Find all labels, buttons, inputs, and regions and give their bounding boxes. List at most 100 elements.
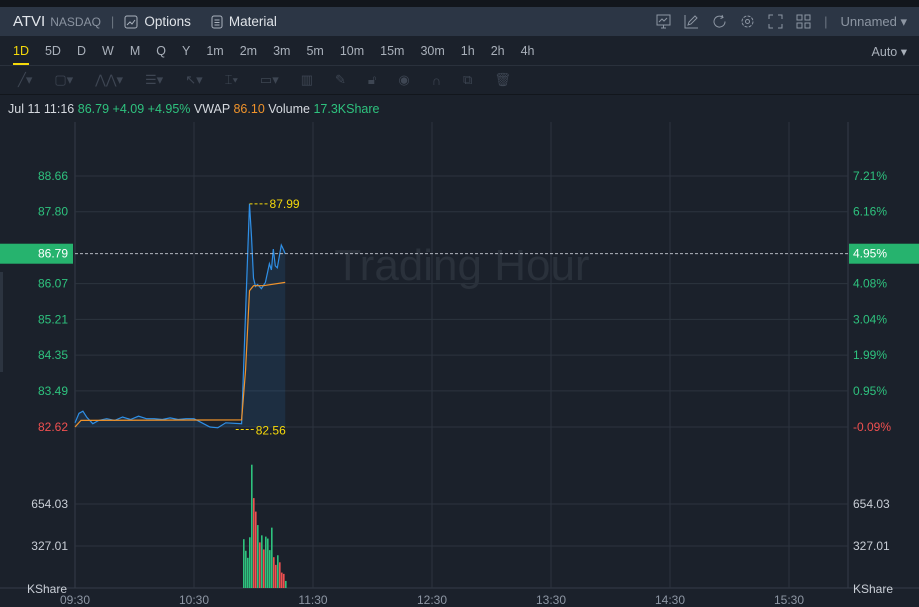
- volume-bar: [257, 525, 259, 588]
- volume-bar: [283, 573, 285, 588]
- pct-tick-label: 6.16%: [853, 205, 887, 219]
- timeframe-5D[interactable]: 5D: [45, 44, 61, 58]
- quote-change-pct: +4.95%: [147, 102, 191, 116]
- current-pct-label: 4.95%: [853, 247, 887, 261]
- x-tick-label: 13:30: [536, 593, 566, 607]
- price-tick-label: 87.80: [38, 205, 68, 219]
- timeframe-4h[interactable]: 4h: [521, 44, 535, 58]
- volume-bar: [267, 538, 269, 588]
- options-label: Options: [144, 14, 191, 29]
- magnet-icon[interactable]: ∩: [432, 73, 441, 88]
- timeframe-15m[interactable]: 15m: [380, 44, 404, 58]
- quote-change: +4.09: [112, 102, 145, 116]
- volume-bar: [269, 550, 271, 588]
- x-tick-label: 11:30: [298, 593, 327, 607]
- timeframe-2m[interactable]: 2m: [240, 44, 257, 58]
- volume-bar: [259, 542, 261, 588]
- layers-icon[interactable]: ⧉: [463, 72, 472, 88]
- volume-bar: [275, 564, 277, 588]
- quote-price: 86.79: [77, 102, 110, 116]
- fib-tool-icon[interactable]: ☰▾: [145, 72, 163, 88]
- volume-bar: [265, 536, 267, 588]
- volume-tick-label: 654.03: [853, 497, 890, 511]
- options-button[interactable]: Options: [124, 14, 191, 29]
- x-tick-label: 15:30: [774, 593, 804, 607]
- timeframe-Y[interactable]: Y: [182, 44, 190, 58]
- price-tick-label: 85.21: [38, 312, 68, 326]
- trendline-tool-icon[interactable]: ╱▾: [18, 72, 32, 88]
- vwap-label: VWAP: [193, 102, 230, 116]
- pattern-tool-icon[interactable]: ⋀⋀▾: [95, 72, 123, 88]
- timeframe-1m[interactable]: 1m: [206, 44, 223, 58]
- volume-tick-label: 654.03: [31, 497, 68, 511]
- timeframe-2h[interactable]: 2h: [491, 44, 505, 58]
- volume-unit-label: KShare: [853, 582, 893, 596]
- timeframe-30m[interactable]: 30m: [420, 44, 444, 58]
- eye-icon[interactable]: ◉: [398, 72, 409, 88]
- low-label: 82.56: [256, 423, 286, 437]
- divider: |: [824, 14, 828, 29]
- timeframe-1D[interactable]: 1D: [13, 44, 29, 65]
- material-label: Material: [228, 14, 277, 29]
- arrow-tool-icon[interactable]: ↖▾: [185, 72, 202, 88]
- left-scroll-handle[interactable]: [0, 272, 3, 372]
- timeframe-1h[interactable]: 1h: [461, 44, 475, 58]
- quote-time: Jul 11 11:16: [8, 102, 75, 116]
- layout-grid-icon[interactable]: [796, 14, 811, 29]
- rectangle-tool-icon[interactable]: ▢▾: [54, 72, 73, 88]
- volume-bar: [249, 537, 251, 588]
- price-chart[interactable]: 09:30 10:30 11:30 12:30 13:30 14:30 15:3088.66…: [0, 122, 919, 607]
- lock-icon[interactable]: 🔓︎: [368, 72, 376, 88]
- pct-tick-label: 1.99%: [853, 348, 887, 362]
- volume-bar: [261, 535, 263, 588]
- divider: |: [110, 14, 115, 29]
- volume-bar: [247, 557, 249, 588]
- volume-bar: [281, 572, 283, 588]
- indicator-icon[interactable]: [656, 14, 671, 29]
- price-tick-label: 83.49: [38, 384, 68, 398]
- price-tick-label: 84.35: [38, 348, 68, 362]
- timeframe-Q[interactable]: Q: [156, 44, 166, 58]
- timeframe-10m[interactable]: 10m: [340, 44, 364, 58]
- layout-dropdown[interactable]: Unnamed ▾: [840, 14, 907, 30]
- pct-tick-label: 0.95%: [853, 384, 887, 398]
- price-tick-label: 88.66: [38, 169, 68, 183]
- volume-value: 17.3KShare: [313, 102, 380, 116]
- text-tool-icon[interactable]: ▭▾: [260, 72, 279, 88]
- timeframe-D[interactable]: D: [77, 44, 86, 58]
- pencil-icon[interactable]: ✎: [335, 72, 346, 88]
- timeframe-W[interactable]: W: [102, 44, 114, 58]
- material-button[interactable]: Material: [211, 14, 277, 29]
- volume-bar: [263, 549, 265, 588]
- options-icon: [124, 15, 138, 28]
- volume-bar: [273, 557, 275, 588]
- trash-icon[interactable]: 🗑︎: [494, 72, 511, 88]
- volume-bar: [277, 555, 279, 588]
- volume-tick-label: 327.01: [31, 539, 68, 553]
- timeframe-M[interactable]: M: [130, 44, 140, 58]
- symbol: ATVI: [13, 13, 46, 30]
- timeframe-5m[interactable]: 5m: [306, 44, 323, 58]
- timeframe-3m[interactable]: 3m: [273, 44, 290, 58]
- candles-tool-icon[interactable]: ▥: [301, 72, 313, 88]
- volume-bar: [285, 580, 287, 588]
- vwap-value: 86.10: [233, 102, 265, 116]
- watermark: Trading Hour: [334, 241, 589, 290]
- pct-tick-label: 4.08%: [853, 277, 887, 291]
- x-tick-label: 10:30: [179, 593, 209, 607]
- measure-tool-icon[interactable]: ⌶▾: [225, 72, 238, 88]
- draw-icon[interactable]: [684, 14, 699, 29]
- header-bar: ATVI NASDAQ | Options Material | Unnamed…: [0, 7, 919, 36]
- price-tick-label: 86.07: [38, 277, 68, 291]
- pct-tick-label: 3.04%: [853, 312, 887, 326]
- current-price-label: 86.79: [38, 247, 68, 261]
- fullscreen-icon[interactable]: [768, 14, 783, 29]
- x-tick-label: 12:30: [417, 593, 447, 607]
- volume-bar: [245, 550, 247, 588]
- refresh-icon[interactable]: [712, 14, 727, 29]
- scale-mode-dropdown[interactable]: Auto ▾: [872, 44, 907, 59]
- gear-icon[interactable]: [740, 14, 755, 29]
- x-tick-label: 14:30: [655, 593, 685, 607]
- price-area: [75, 203, 286, 428]
- high-label: 87.99: [270, 197, 300, 211]
